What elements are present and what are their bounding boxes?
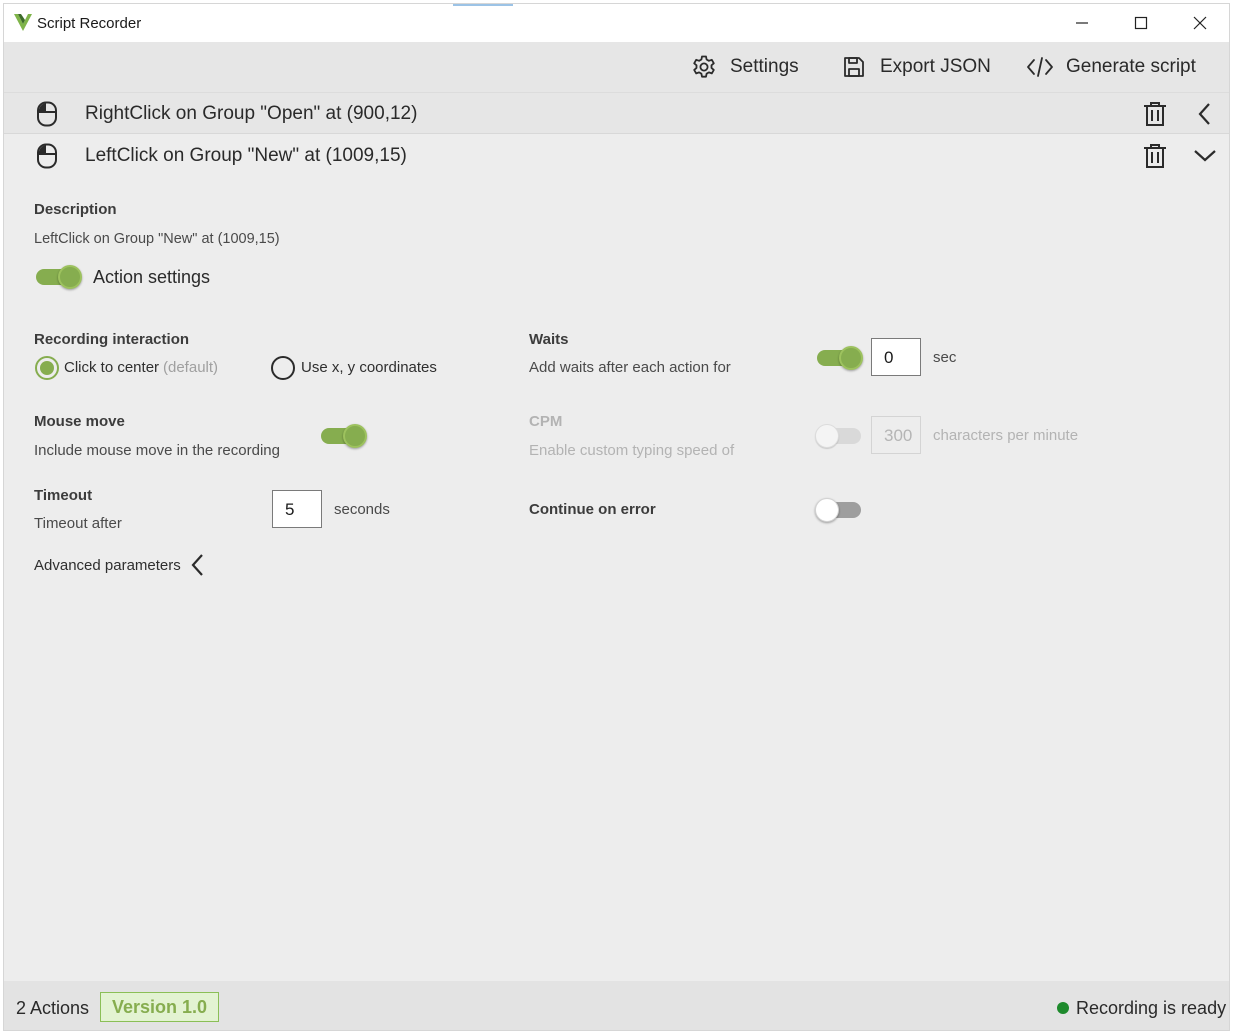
chevron-down-icon[interactable] [1192, 143, 1218, 169]
chevron-left-icon[interactable] [188, 553, 208, 577]
waits-heading: Waits [529, 331, 569, 348]
window-title: Script Recorder [37, 15, 142, 32]
actions-count: 2 Actions [16, 998, 90, 1018]
trash-icon[interactable] [1141, 142, 1169, 170]
app-window: Script Recorder Settings Export JSON Gen… [3, 3, 1230, 1031]
timeout-input[interactable]: 5 [272, 490, 322, 528]
action-label: RightClick on Group "Open" at (900,12) [85, 103, 418, 124]
cpm-toggle[interactable] [815, 424, 863, 448]
save-icon [840, 53, 868, 81]
mouse-move-text: Include mouse move in the recording [34, 442, 280, 459]
continue-on-error-toggle[interactable] [815, 498, 863, 522]
generate-script-button[interactable]: Generate script [1026, 52, 1196, 82]
action-row[interactable]: LeftClick on Group "New" at (1009,15) [4, 135, 1229, 177]
title-bar[interactable]: Script Recorder [4, 4, 1229, 42]
maximize-button[interactable] [1112, 4, 1170, 42]
mouse-move-toggle[interactable] [321, 424, 367, 448]
continue-on-error-heading: Continue on error [529, 501, 656, 518]
settings-button[interactable]: Settings [690, 52, 799, 82]
waits-unit: sec [933, 349, 957, 366]
settings-label: Settings [730, 56, 799, 77]
title-bar-accent [453, 4, 513, 6]
timeout-heading: Timeout [34, 487, 93, 504]
code-icon [1026, 53, 1054, 81]
export-json-button[interactable]: Export JSON [840, 52, 991, 82]
mouse-icon [37, 143, 57, 169]
trash-icon[interactable] [1141, 100, 1169, 128]
click-to-center-label: Click to center [64, 359, 160, 376]
waits-text: Add waits after each action for [529, 359, 731, 376]
action-settings-label: Action settings [93, 267, 211, 287]
action-settings-toggle[interactable] [36, 265, 82, 289]
default-hint: (default) [163, 359, 219, 376]
status-text: Recording is ready [1076, 998, 1227, 1018]
chevron-left-icon[interactable] [1192, 101, 1218, 127]
maximize-icon [1134, 16, 1148, 30]
waits-toggle[interactable] [817, 346, 863, 370]
gear-icon [690, 53, 718, 81]
status-bar: 2 Actions Version 1.0 Recording is ready [4, 981, 1229, 1030]
description-text: LeftClick on Group "New" at (1009,15) [34, 231, 280, 247]
mouse-move-heading: Mouse move [34, 413, 125, 430]
action-label: LeftClick on Group "New" at (1009,15) [85, 145, 407, 166]
cpm-unit: characters per minute [933, 427, 1079, 444]
app-logo-icon [14, 14, 32, 31]
close-button[interactable] [1171, 4, 1229, 42]
radio-use-coordinates[interactable] [271, 356, 295, 380]
waits-input[interactable]: 0 [871, 338, 921, 376]
version-badge: Version 1.0 [100, 992, 219, 1022]
timeout-unit: seconds [334, 501, 390, 518]
cpm-text: Enable custom typing speed of [529, 442, 735, 459]
status-indicator-icon [1057, 1002, 1069, 1014]
advanced-parameters-label: Advanced parameters [34, 557, 181, 574]
radio-click-to-center[interactable] [35, 356, 59, 380]
recording-interaction-heading: Recording interaction [34, 331, 190, 348]
generate-script-label: Generate script [1066, 56, 1196, 77]
minimize-button[interactable] [1053, 4, 1111, 42]
cpm-heading: CPM [529, 413, 563, 430]
action-row[interactable]: RightClick on Group "Open" at (900,12) [4, 92, 1229, 134]
toolbar: Settings Export JSON Generate script [4, 42, 1229, 92]
description-heading: Description [34, 201, 117, 218]
close-icon [1193, 16, 1207, 30]
mouse-icon [37, 101, 57, 127]
timeout-text: Timeout after [34, 515, 122, 532]
use-coordinates-label: Use x, y coordinates [301, 359, 437, 376]
export-json-label: Export JSON [880, 56, 991, 77]
minimize-icon [1076, 22, 1088, 24]
cpm-input[interactable]: 300 [871, 416, 921, 454]
